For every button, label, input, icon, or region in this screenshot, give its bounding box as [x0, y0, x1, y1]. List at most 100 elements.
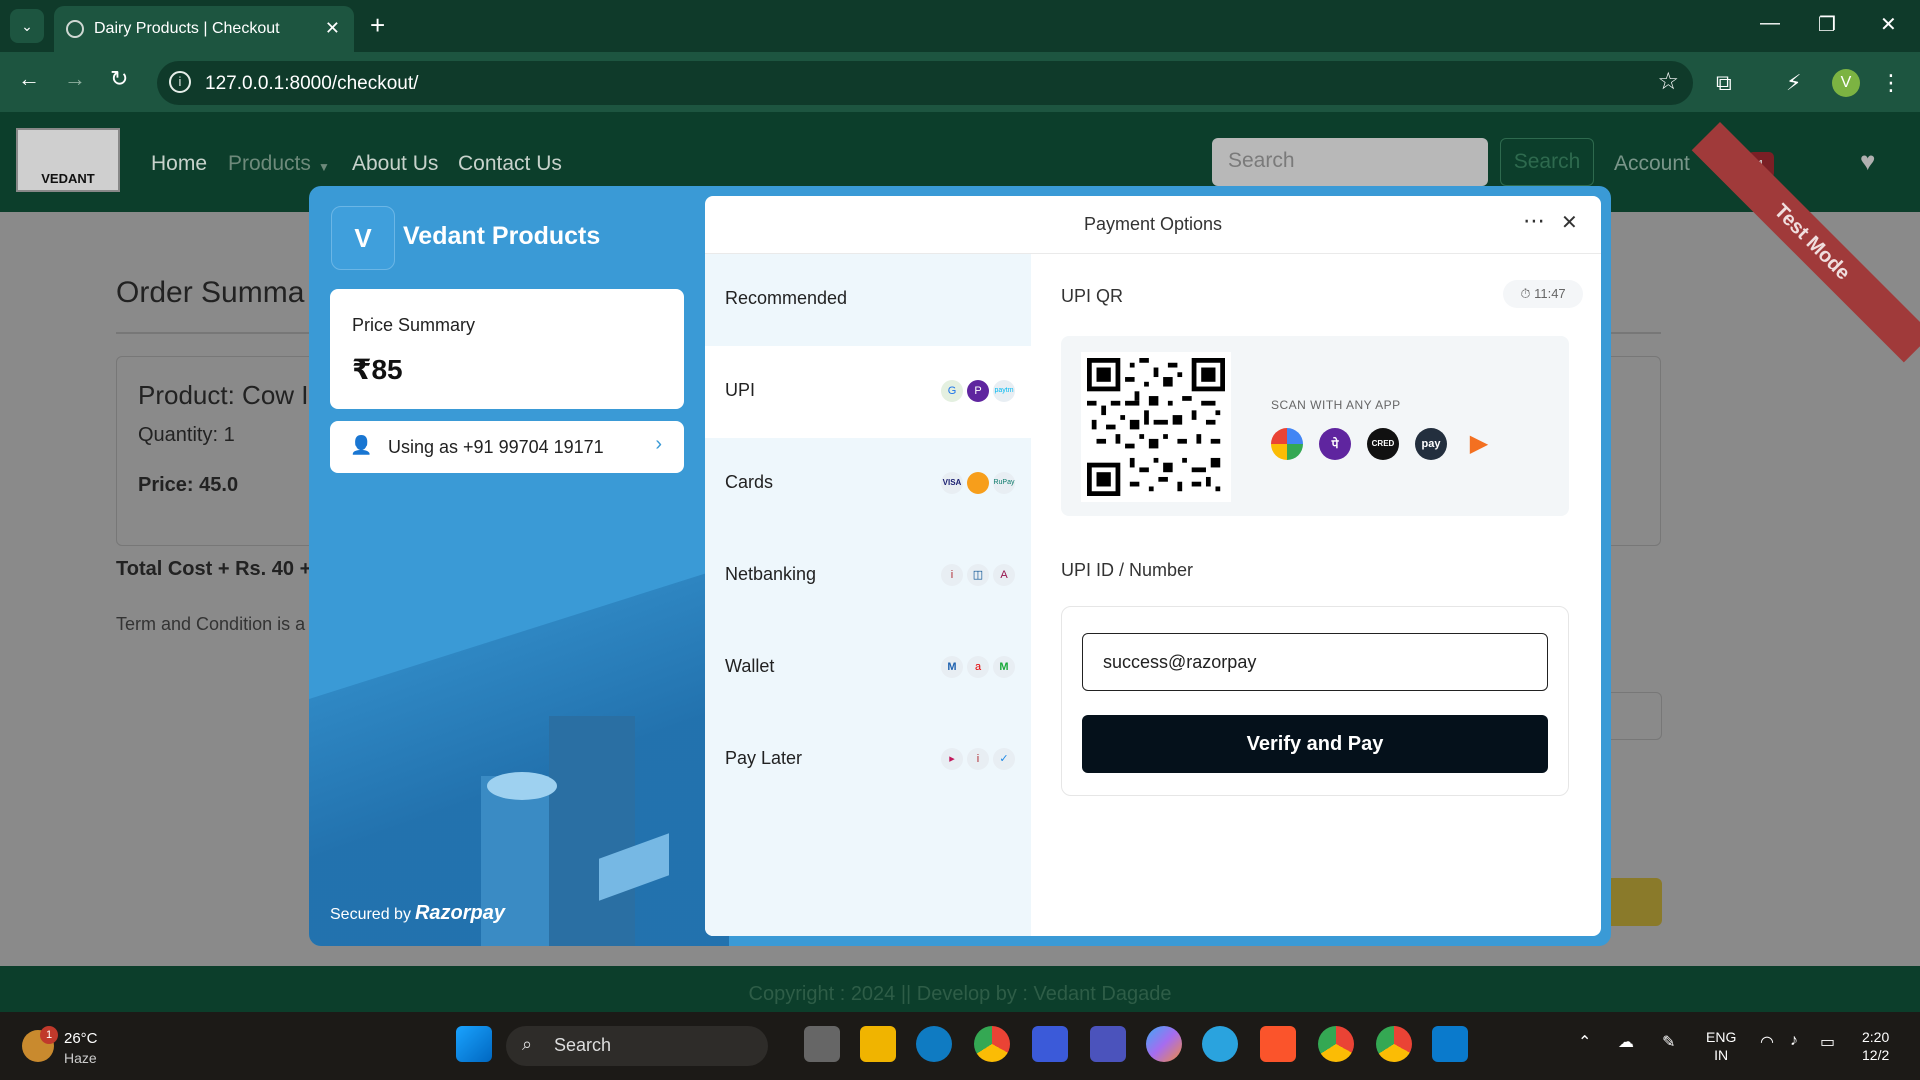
merchant-name: Vedant Products — [403, 222, 601, 250]
weather-temp[interactable]: 26°C — [64, 1030, 98, 1047]
method-wallet[interactable]: Wallet M a M — [705, 622, 1031, 714]
airtel-icon: a — [967, 656, 989, 678]
back-icon[interactable]: ← — [18, 66, 40, 92]
performance-icon[interactable]: ⚡ — [1786, 70, 1801, 96]
edge-icon[interactable] — [916, 1026, 952, 1062]
bookmark-star-icon[interactable]: ☆ — [1657, 67, 1679, 96]
taskbar-search[interactable]: ⌕ Search — [506, 1026, 768, 1066]
battery-icon[interactable]: ▭ — [1820, 1032, 1835, 1052]
clock[interactable]: 2:20 12/2 — [1862, 1028, 1889, 1064]
amazon-pay-icon: pay — [1415, 428, 1447, 460]
window-close-icon[interactable]: ✕ — [1880, 12, 1897, 37]
razorpay-logo: Razorpay — [414, 902, 505, 924]
paylater-icon: ▸ — [941, 748, 963, 770]
method-pay-later[interactable]: Pay Later ▸ i ✓ — [705, 714, 1031, 806]
browser-tab-bar: ⌄ Dairy Products | Checkout ✕ + — ❐ ✕ — [0, 0, 1920, 52]
more-options-icon[interactable]: ⋯ — [1523, 208, 1545, 234]
taskbar-search-label: Search — [554, 1035, 612, 1055]
site-search-input[interactable]: Search — [1212, 138, 1488, 186]
menu-kebab-icon[interactable]: ⋮ — [1880, 70, 1902, 96]
merchant-logo: V — [331, 206, 395, 270]
heart-icon[interactable]: ♥ — [1860, 146, 1875, 177]
reload-icon[interactable]: ↻ — [110, 66, 128, 92]
chrome-active-icon[interactable] — [1318, 1026, 1354, 1062]
minimize-icon[interactable]: — — [1760, 12, 1780, 35]
start-icon[interactable] — [456, 1026, 492, 1062]
clock-date: 12/2 — [1862, 1047, 1890, 1063]
search-icon: ⌕ — [522, 1034, 533, 1054]
tab-search-dropdown-icon[interactable]: ⌄ — [10, 9, 44, 43]
onedrive-icon[interactable]: ☁ — [1618, 1032, 1634, 1052]
method-recommended[interactable]: Recommended — [705, 254, 1031, 346]
rupay-icon: RuPay — [993, 472, 1015, 494]
file-explorer-icon[interactable] — [860, 1026, 896, 1062]
nav-about[interactable]: About Us — [352, 152, 438, 176]
account-dropdown[interactable]: Account — [1614, 152, 1690, 176]
extensions-icon[interactable]: ⧉ — [1716, 70, 1732, 96]
method-cards[interactable]: Cards VISA RuPay — [705, 438, 1031, 530]
close-icon[interactable]: ✕ — [1561, 210, 1578, 235]
product-quantity: Quantity: 1 — [138, 424, 235, 446]
gpay-icon: G — [941, 380, 963, 402]
browser-tab[interactable]: Dairy Products | Checkout ✕ — [54, 6, 354, 52]
nav-home[interactable]: Home — [151, 152, 207, 176]
method-netbanking[interactable]: Netbanking i ◫ A — [705, 530, 1031, 622]
panel-header: Payment Options ⋯ ✕ — [705, 196, 1601, 254]
teams-icon[interactable] — [1090, 1026, 1126, 1062]
payment-options-panel: Payment Options ⋯ ✕ Recommended UPI G P … — [705, 196, 1601, 936]
phonepe-icon: पे — [1319, 428, 1351, 460]
profile-avatar[interactable]: V — [1832, 69, 1860, 97]
copilot-icon[interactable] — [1146, 1026, 1182, 1062]
method-label: Netbanking — [725, 564, 817, 584]
address-toolbar: ← → ↻ i 127.0.0.1:8000/checkout/ ☆ ⧉ ⚡ ⋮ — [0, 52, 1920, 112]
wifi-icon[interactable]: ◠ — [1760, 1032, 1774, 1052]
weather-desc[interactable]: Haze — [64, 1050, 97, 1066]
site-logo[interactable]: VEDANT — [16, 128, 120, 192]
razorpay-modal: V Vedant Products Price Summary ₹85 👤 Us… — [309, 186, 1611, 946]
volume-icon[interactable]: ♪ — [1790, 1032, 1798, 1050]
paytm-icon: paytm — [993, 380, 1015, 402]
forward-icon[interactable]: → — [64, 66, 86, 92]
illustration-building — [549, 716, 635, 946]
timer-value: 11:47 — [1534, 286, 1566, 301]
windows-taskbar: 1 26°C Haze ⌕ Search ⌃ ☁ ✎ ENG IN ◠ ♪ ▭ 2… — [0, 1012, 1920, 1080]
contact-card[interactable]: 👤 Using as +91 99704 19171 › — [330, 421, 684, 473]
phonepe-icon: P — [967, 380, 989, 402]
task-view-icon[interactable] — [804, 1026, 840, 1062]
nav-contact[interactable]: Contact Us — [458, 152, 562, 176]
lang-top: ENG — [1706, 1029, 1737, 1045]
brave-icon[interactable] — [1260, 1026, 1296, 1062]
method-upi[interactable]: UPI G P paytm — [705, 346, 1031, 438]
verify-and-pay-button[interactable]: Verify and Pay — [1082, 715, 1548, 773]
upi-id-input[interactable] — [1082, 633, 1548, 691]
url-text[interactable]: 127.0.0.1:8000/checkout/ — [205, 73, 418, 95]
address-bar[interactable]: i 127.0.0.1:8000/checkout/ ☆ — [157, 61, 1693, 105]
chrome-icon[interactable] — [974, 1026, 1010, 1062]
site-footer: Copyright : 2024 || Develop by : Vedant … — [0, 966, 1920, 1012]
tab-close-icon[interactable]: ✕ — [325, 18, 340, 39]
chrome-profile-icon[interactable] — [1376, 1026, 1412, 1062]
method-label: UPI — [725, 380, 756, 400]
secured-by-label: Secured by — [330, 906, 411, 923]
language-indicator[interactable]: ENG IN — [1706, 1028, 1736, 1064]
tray-chevron-icon[interactable]: ⌃ — [1578, 1032, 1591, 1052]
site-info-icon[interactable]: i — [169, 71, 191, 93]
qr-code — [1081, 352, 1231, 502]
store-icon[interactable] — [1032, 1026, 1068, 1062]
weather-badge: 1 — [40, 1026, 58, 1044]
mobikwik-icon: M — [941, 656, 963, 678]
nav-products[interactable]: Products — [228, 152, 311, 176]
restore-icon[interactable]: ❐ — [1818, 12, 1836, 37]
pen-icon[interactable]: ✎ — [1662, 1032, 1675, 1052]
scan-with-any-app-label: SCAN WITH ANY APP — [1271, 398, 1401, 412]
total-cost: Total Cost + Rs. 40 + — [116, 558, 312, 580]
amazon-wallet-icon: M — [993, 656, 1015, 678]
chevron-right-icon: › — [655, 433, 662, 455]
product-name: Product: Cow I — [138, 380, 309, 410]
telegram-icon[interactable] — [1202, 1026, 1238, 1062]
site-search-button[interactable]: Search — [1500, 138, 1594, 186]
secured-by: Secured by Razorpay — [330, 902, 505, 925]
price-summary-label: Price Summary — [352, 315, 476, 335]
vscode-icon[interactable] — [1432, 1026, 1468, 1062]
new-tab-button[interactable]: + — [370, 10, 385, 41]
